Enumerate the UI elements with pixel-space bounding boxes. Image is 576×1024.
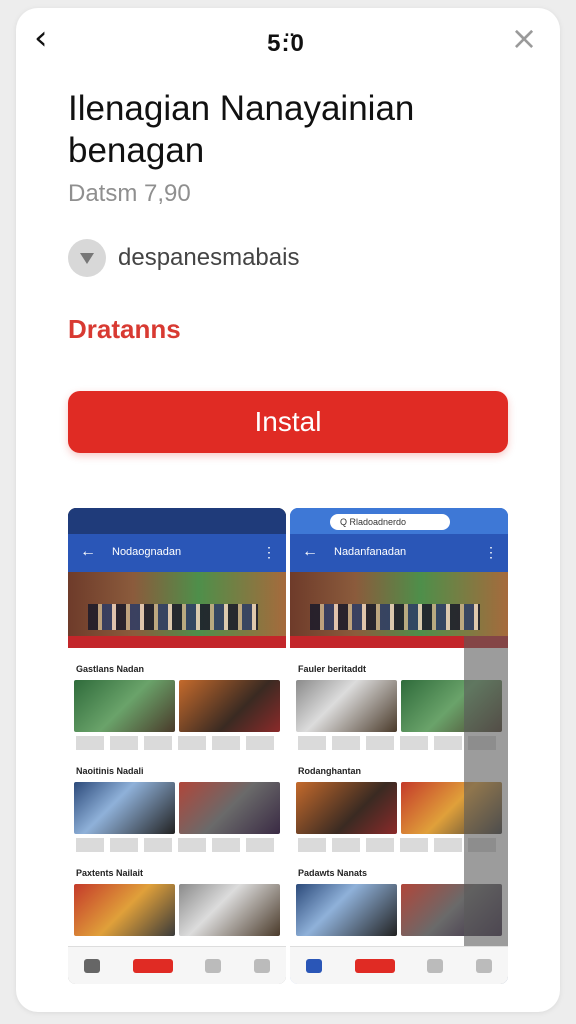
video-icon [132, 958, 173, 973]
close-icon: × [510, 19, 538, 57]
play-icon [427, 958, 444, 973]
developer-name: despanesmabais [118, 244, 300, 271]
section-title: Naoitinis Nadali [76, 766, 144, 776]
category-label[interactable]: Dratanns [68, 314, 181, 345]
thumbnail-row [68, 680, 286, 732]
developer-row[interactable]: despanesmabais [68, 238, 299, 278]
screenshot-appbar-title: Nodaognadan [112, 546, 182, 558]
top-bar: ‹ 5:̈0 × [16, 8, 560, 72]
caption-placeholder [76, 736, 278, 750]
home-icon [84, 958, 101, 973]
screenshot-carousel[interactable]: ← Nodaognadan ⋮ Gastlans Nadan Naoitinis… [68, 508, 508, 984]
close-button[interactable]: × [508, 22, 540, 54]
more-vertical-icon: ⋮ [484, 544, 498, 560]
screenshot-appbar: ← Nodaognadan ⋮ [68, 534, 286, 572]
more-vertical-icon: ⋮ [262, 544, 276, 560]
thumbnail-row [68, 884, 286, 936]
screenshot-body: Gastlans Nadan Naoitinis Nadali Paxtents… [68, 572, 286, 984]
screenshot-peek [464, 636, 508, 984]
screenshot-bottom-nav [68, 946, 286, 984]
section-title: Gastlans Nadan [76, 664, 145, 674]
back-button[interactable]: ‹ [34, 21, 62, 56]
app-detail-sheet: ‹ 5:̈0 × Ilenagian Nanayainian benagan D… [16, 8, 560, 1012]
install-button[interactable]: Instal [68, 391, 508, 453]
live-icon [354, 958, 395, 973]
search-icon [475, 958, 492, 973]
screenshot-banner [290, 572, 508, 636]
screenshot-url-bar: Q Rladoadnerdo [330, 514, 450, 530]
app-subtitle: Datsm 7,90 [68, 180, 191, 207]
video-thumbnail [74, 680, 175, 732]
screenshot-body: Fauler beritaddt Rodanghantan Padawts Na… [290, 572, 508, 984]
app-title: Ilenagian Nanayainian benagan [68, 89, 415, 170]
thumbnail-row [68, 782, 286, 834]
caption-placeholder [76, 838, 278, 852]
video-thumbnail [74, 782, 175, 834]
tv-icon [205, 958, 222, 973]
home-icon [306, 958, 323, 973]
screenshot-status-bar: Q Rladoadnerdo [290, 508, 508, 534]
arrow-left-icon: ← [80, 543, 96, 560]
screenshot-appbar: ← Nadanfanadan ⋮ [290, 534, 508, 572]
screenshot-tab-strip [68, 636, 286, 648]
screenshot-banner [68, 572, 286, 636]
section-title: Paxtents Nailait [76, 868, 144, 878]
screenshot-status-bar [68, 508, 286, 534]
video-thumbnail [179, 782, 280, 834]
video-thumbnail [296, 680, 397, 732]
profile-icon [253, 958, 270, 973]
status-time: 5:̈0 [267, 30, 305, 57]
screenshot-2[interactable]: Q Rladoadnerdo ← Nadanfanadan ⋮ Fauler b… [290, 508, 508, 984]
screenshot-1[interactable]: ← Nodaognadan ⋮ Gastlans Nadan Naoitinis… [68, 508, 286, 984]
video-thumbnail [179, 884, 280, 936]
screenshot-appbar-title: Nadanfanadan [334, 546, 407, 558]
video-thumbnail [179, 680, 280, 732]
screenshot-bottom-nav [290, 946, 508, 984]
video-thumbnail [296, 782, 397, 834]
video-thumbnail [296, 884, 397, 936]
arrow-left-icon: ← [302, 543, 318, 560]
chevron-left-icon: ‹ [34, 18, 48, 58]
heart-shield-icon [80, 253, 94, 264]
video-thumbnail [74, 884, 175, 936]
developer-avatar [68, 239, 106, 277]
